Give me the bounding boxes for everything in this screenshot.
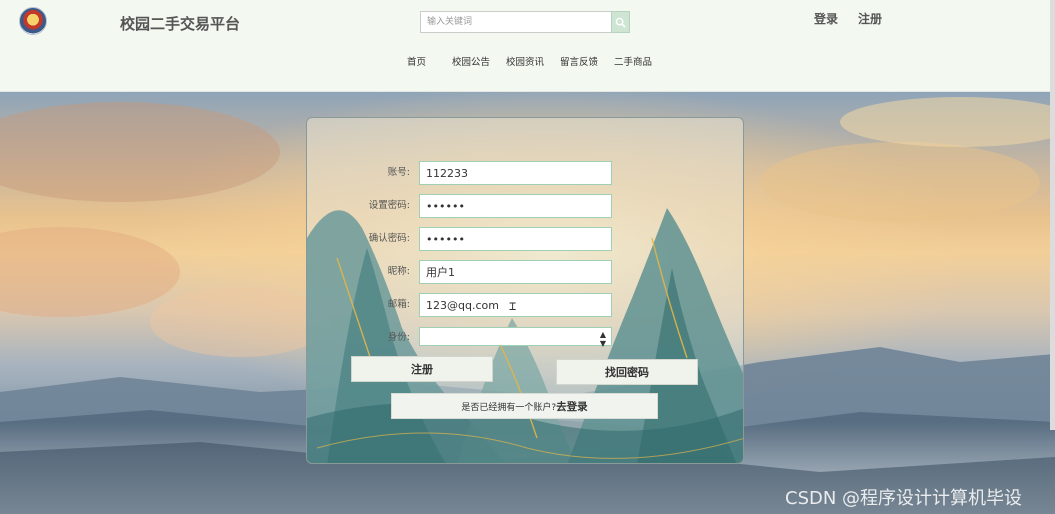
password-label: 设置密码: xyxy=(368,200,410,211)
confirm-password-input[interactable] xyxy=(419,227,612,251)
text-cursor-icon: ⌶ xyxy=(509,299,517,313)
nav-secondhand-goods[interactable]: 二手商品 xyxy=(614,54,652,68)
login-prompt-text: 是否已经拥有一个账户? xyxy=(461,402,557,413)
account-label: 账号: xyxy=(387,167,410,178)
password-input[interactable] xyxy=(419,194,612,218)
nickname-input[interactable] xyxy=(419,260,612,284)
go-login-text[interactable]: 去登录 xyxy=(556,399,588,414)
confirm-password-label: 确认密码: xyxy=(368,233,410,244)
nav-feedback[interactable]: 留言反馈 xyxy=(560,54,598,68)
scrollbar[interactable] xyxy=(1050,0,1055,430)
nav-announcements[interactable]: 校园公告 xyxy=(452,54,490,68)
nav-home[interactable]: 首页 xyxy=(407,54,426,68)
role-label: 身份: xyxy=(387,332,410,343)
account-input[interactable] xyxy=(419,161,612,185)
watermark: CSDN @程序设计计算机毕设 xyxy=(785,488,1023,509)
search-icon xyxy=(615,17,626,28)
register-link[interactable]: 注册 xyxy=(858,10,882,27)
register-button[interactable]: 注册 xyxy=(351,356,493,382)
header: 校园二手交易平台 登录 注册 首页 校园公告 校园资讯 留言反馈 二手商品 xyxy=(0,0,1055,92)
search-button[interactable] xyxy=(611,11,630,33)
school-emblem-icon[interactable] xyxy=(19,7,47,35)
role-select[interactable]: ▲ ▼ xyxy=(419,327,612,348)
email-label: 邮箱: xyxy=(387,299,410,310)
search-box xyxy=(420,11,630,33)
updown-caret-icon: ▲ ▼ xyxy=(599,330,606,348)
search-input[interactable] xyxy=(420,11,612,33)
go-login-link[interactable]: 是否已经拥有一个账户? 去登录 xyxy=(391,393,658,419)
login-link[interactable]: 登录 xyxy=(814,10,838,27)
nav-news[interactable]: 校园资讯 xyxy=(506,54,544,68)
nickname-label: 昵称: xyxy=(387,266,410,277)
recover-password-button[interactable]: 找回密码 xyxy=(556,359,698,385)
site-title[interactable]: 校园二手交易平台 xyxy=(120,13,240,34)
